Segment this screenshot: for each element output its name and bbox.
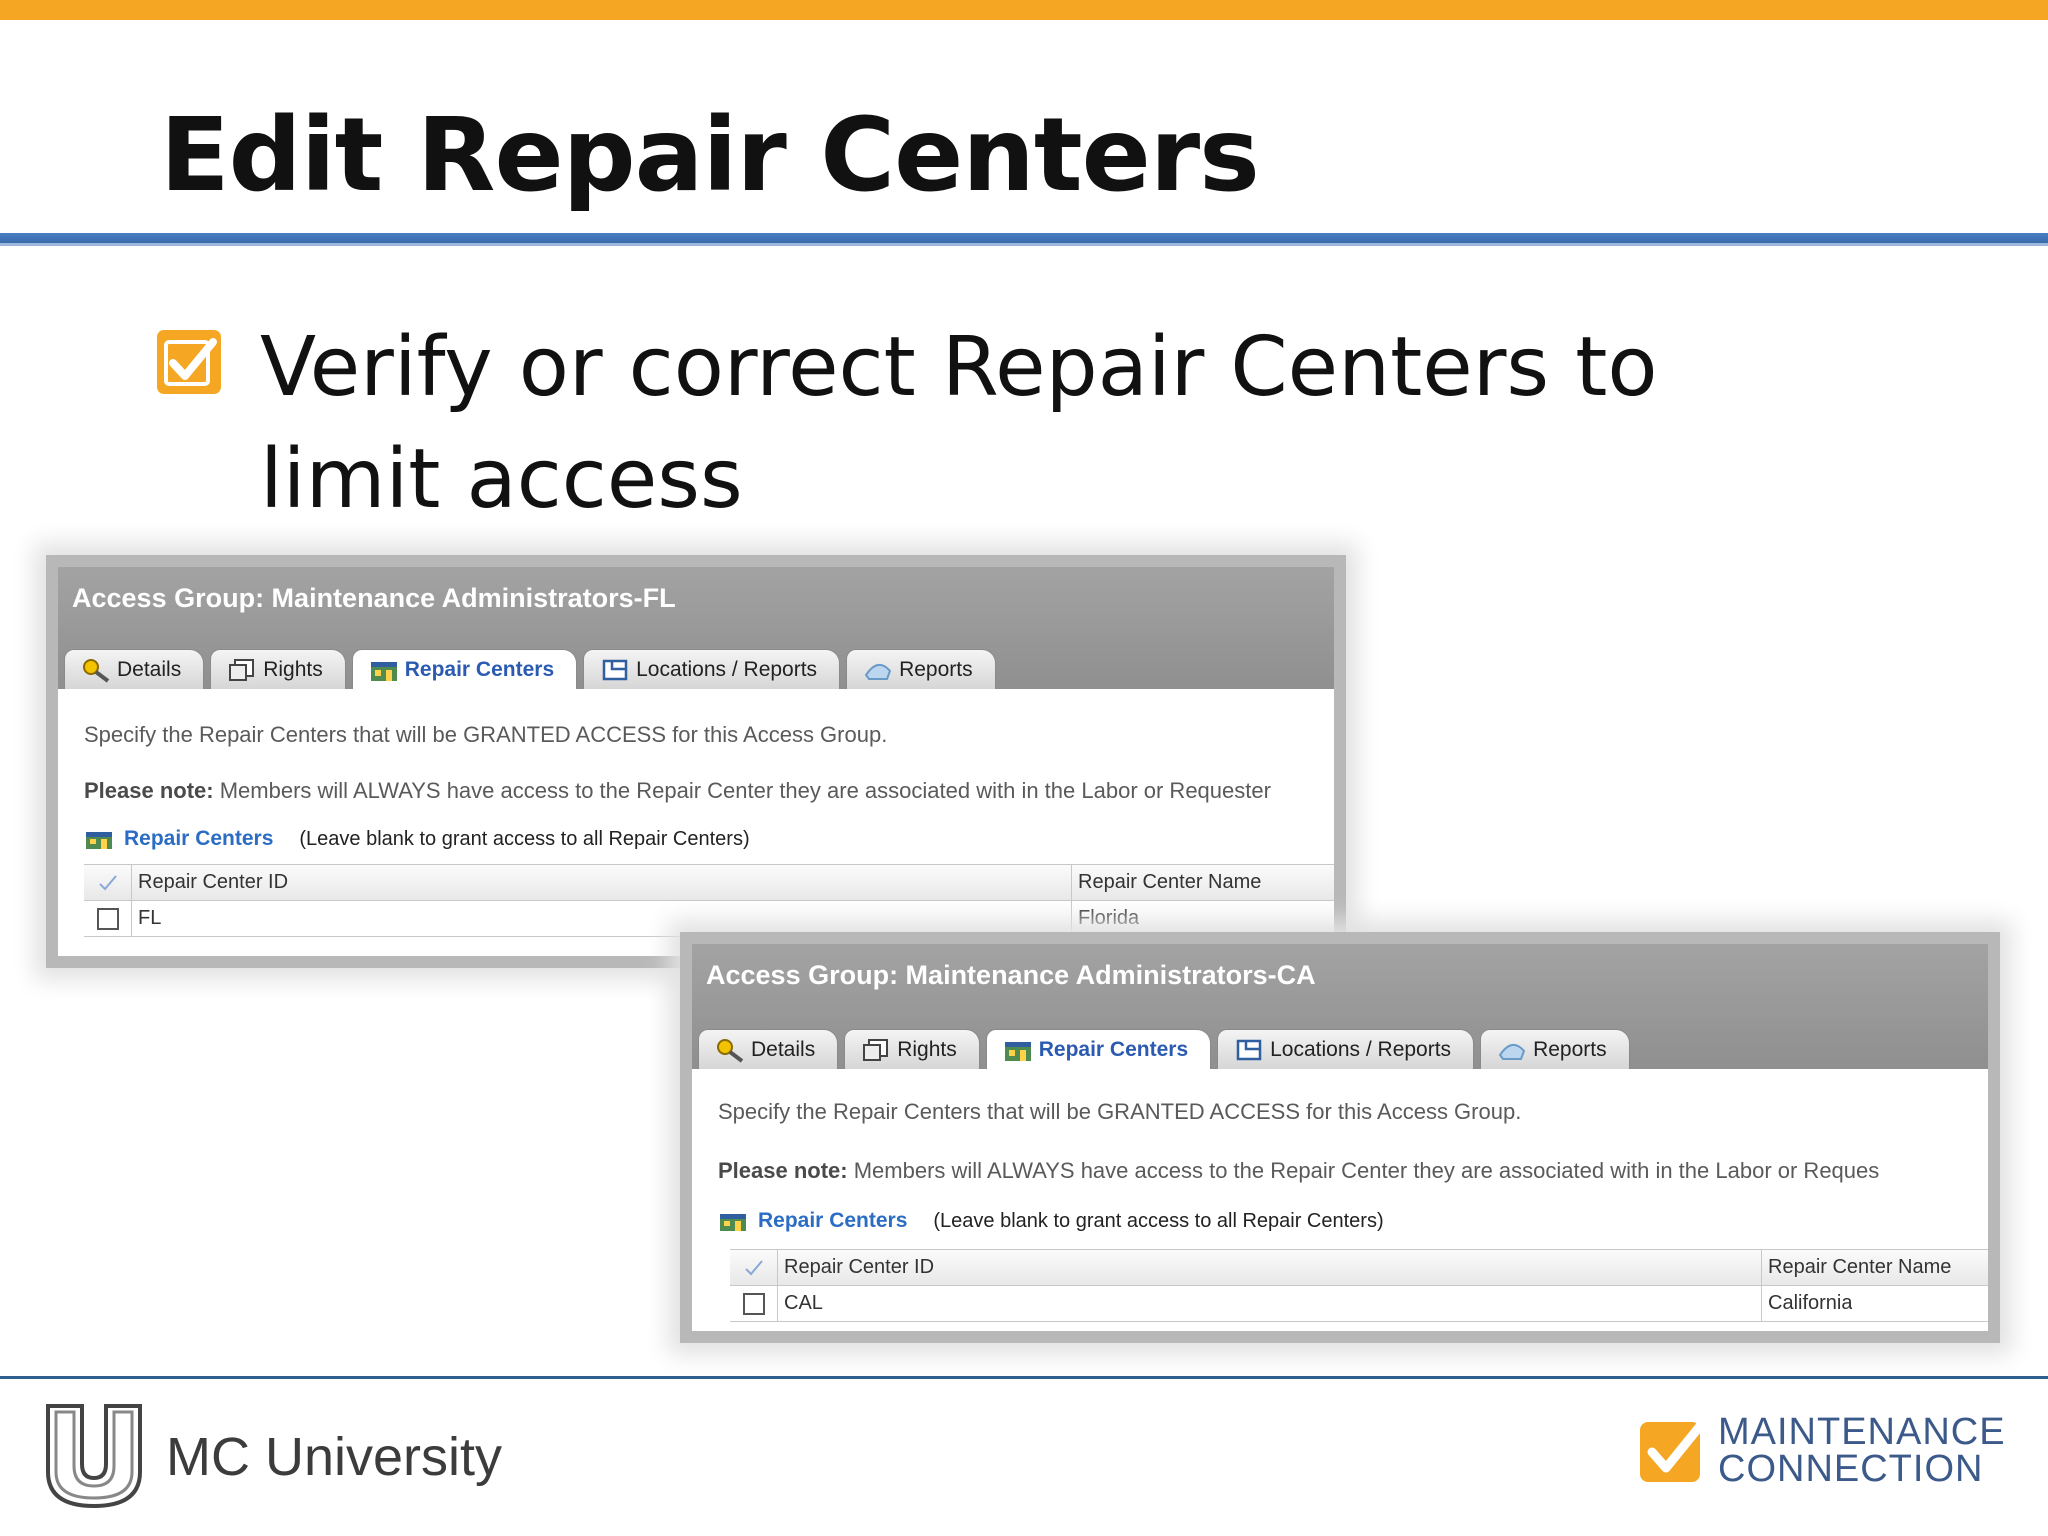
logo-line-2: CONNECTION <box>1718 1448 1984 1490</box>
repair-center-icon <box>370 661 397 681</box>
column-header-name[interactable]: Repair Center Name <box>1072 865 1261 900</box>
grid-header-row: Repair Center ID Repair Center Name <box>730 1250 1988 1286</box>
repair-centers-section-label: Repair Centers (Leave blank to grant acc… <box>718 1209 1384 1233</box>
tab-rights[interactable]: Rights <box>210 649 346 689</box>
tab-label: Rights <box>897 1037 957 1061</box>
tab-label: Details <box>751 1037 816 1061</box>
tab-locations-reports[interactable]: Locations / Reports <box>583 649 841 689</box>
repair-center-icon <box>720 1214 746 1231</box>
note-text: Members will ALWAYS have access to the R… <box>213 778 1271 803</box>
row-checkbox[interactable] <box>96 907 119 930</box>
tab-repair-centers[interactable]: Repair Centers <box>985 1029 1212 1069</box>
maintenance-connection-logo <box>1640 1421 1705 1482</box>
logo-wordmark: MAINTENANCE CONNECTION <box>1718 1411 2006 1490</box>
repair-centers-section-label: Repair Centers (Leave blank to grant acc… <box>84 827 750 851</box>
repair-centers-note: (Leave blank to grant access to all Repa… <box>299 827 750 850</box>
access-group-title: Access Group: Maintenance Administrators… <box>72 583 676 613</box>
column-header-name[interactable]: Repair Center Name <box>1762 1250 1951 1285</box>
repair-center-name[interactable]: California <box>1762 1286 1852 1321</box>
rights-icon <box>863 1038 889 1061</box>
note-line: Please note: Members will ALWAYS have ac… <box>84 778 1271 804</box>
access-group-title: Access Group: Maintenance Administrators… <box>706 960 1316 990</box>
tab-reports[interactable]: Reports <box>1480 1029 1630 1069</box>
specify-text: Specify the Repair Centers that will be … <box>718 1099 1522 1124</box>
repair-center-icon <box>86 832 112 849</box>
university-u-logo <box>46 1404 142 1509</box>
access-group-panel-fl: Access Group: Maintenance Administrators… <box>46 555 1346 968</box>
top-accent-bar <box>0 0 2048 20</box>
tab-strip: Details Rights Repair Centers Locations … <box>698 1029 1636 1069</box>
tab-label: Repair Centers <box>1038 1037 1189 1061</box>
footer-divider <box>0 1376 2048 1379</box>
tab-details[interactable]: Details <box>64 649 205 689</box>
table-row[interactable]: CAL California <box>730 1286 1988 1322</box>
tab-rights[interactable]: Rights <box>844 1029 980 1069</box>
reports-icon <box>1498 1043 1526 1060</box>
title-divider <box>0 233 2048 246</box>
note-text: Members will ALWAYS have access to the R… <box>847 1158 1880 1183</box>
select-all-check-icon[interactable] <box>730 1250 778 1285</box>
tab-label: Locations / Reports <box>1270 1037 1452 1061</box>
repair-centers-grid: Repair Center ID Repair Center Name FL F… <box>84 864 1334 937</box>
bullet-text: Verify or correct Repair Centers to limi… <box>260 320 1658 527</box>
select-all-check-icon[interactable] <box>84 865 132 900</box>
tab-details[interactable]: Details <box>698 1029 839 1069</box>
key-magnifier-icon <box>83 658 110 683</box>
repair-centers-grid: Repair Center ID Repair Center Name CAL … <box>730 1249 1988 1322</box>
locations-icon <box>1236 1039 1262 1060</box>
repair-centers-link[interactable]: Repair Centers <box>124 827 273 851</box>
repair-center-icon <box>1004 1041 1031 1061</box>
note-label: Please note: <box>718 1158 848 1183</box>
footer-university-label: MC University <box>166 1427 503 1487</box>
row-checkbox[interactable] <box>742 1292 765 1315</box>
tab-label: Rights <box>263 657 323 681</box>
access-group-panel-ca: Access Group: Maintenance Administrators… <box>680 932 2000 1343</box>
repair-center-name[interactable]: Florida <box>1072 901 1139 936</box>
reports-icon <box>864 663 892 680</box>
repair-center-id[interactable]: CAL <box>778 1286 1762 1321</box>
rights-icon <box>229 658 255 681</box>
tab-locations-reports[interactable]: Locations / Reports <box>1217 1029 1475 1069</box>
column-header-id[interactable]: Repair Center ID <box>778 1250 1762 1285</box>
repair-center-id[interactable]: FL <box>132 901 1072 936</box>
tab-label: Repair Centers <box>404 657 555 681</box>
checkbox-bullet-icon <box>157 330 221 394</box>
grid-header-row: Repair Center ID Repair Center Name <box>84 865 1334 901</box>
tab-reports[interactable]: Reports <box>846 649 996 689</box>
slide-title: Edit Repair Centers <box>160 96 1260 215</box>
tab-repair-centers[interactable]: Repair Centers <box>351 649 578 689</box>
tab-strip: Details Rights Repair Centers Locations … <box>64 649 1002 689</box>
tab-label: Reports <box>1533 1037 1607 1061</box>
note-label: Please note: <box>84 778 214 803</box>
note-line: Please note: Members will ALWAYS have ac… <box>718 1158 1879 1184</box>
row-checkbox-cell <box>84 901 132 936</box>
panel-header: Access Group: Maintenance Administrators… <box>692 944 1988 1069</box>
row-checkbox-cell <box>730 1286 778 1321</box>
tab-label: Reports <box>899 657 973 681</box>
specify-text: Specify the Repair Centers that will be … <box>84 722 888 747</box>
key-magnifier-icon <box>717 1038 744 1063</box>
tab-label: Locations / Reports <box>636 657 818 681</box>
repair-centers-note: (Leave blank to grant access to all Repa… <box>933 1209 1384 1232</box>
column-header-id[interactable]: Repair Center ID <box>132 865 1072 900</box>
panel-header: Access Group: Maintenance Administrators… <box>58 567 1334 689</box>
repair-centers-link[interactable]: Repair Centers <box>758 1209 907 1233</box>
logo-line-1: MAINTENANCE <box>1718 1411 2006 1453</box>
tab-label: Details <box>117 657 182 681</box>
locations-icon <box>602 659 628 680</box>
